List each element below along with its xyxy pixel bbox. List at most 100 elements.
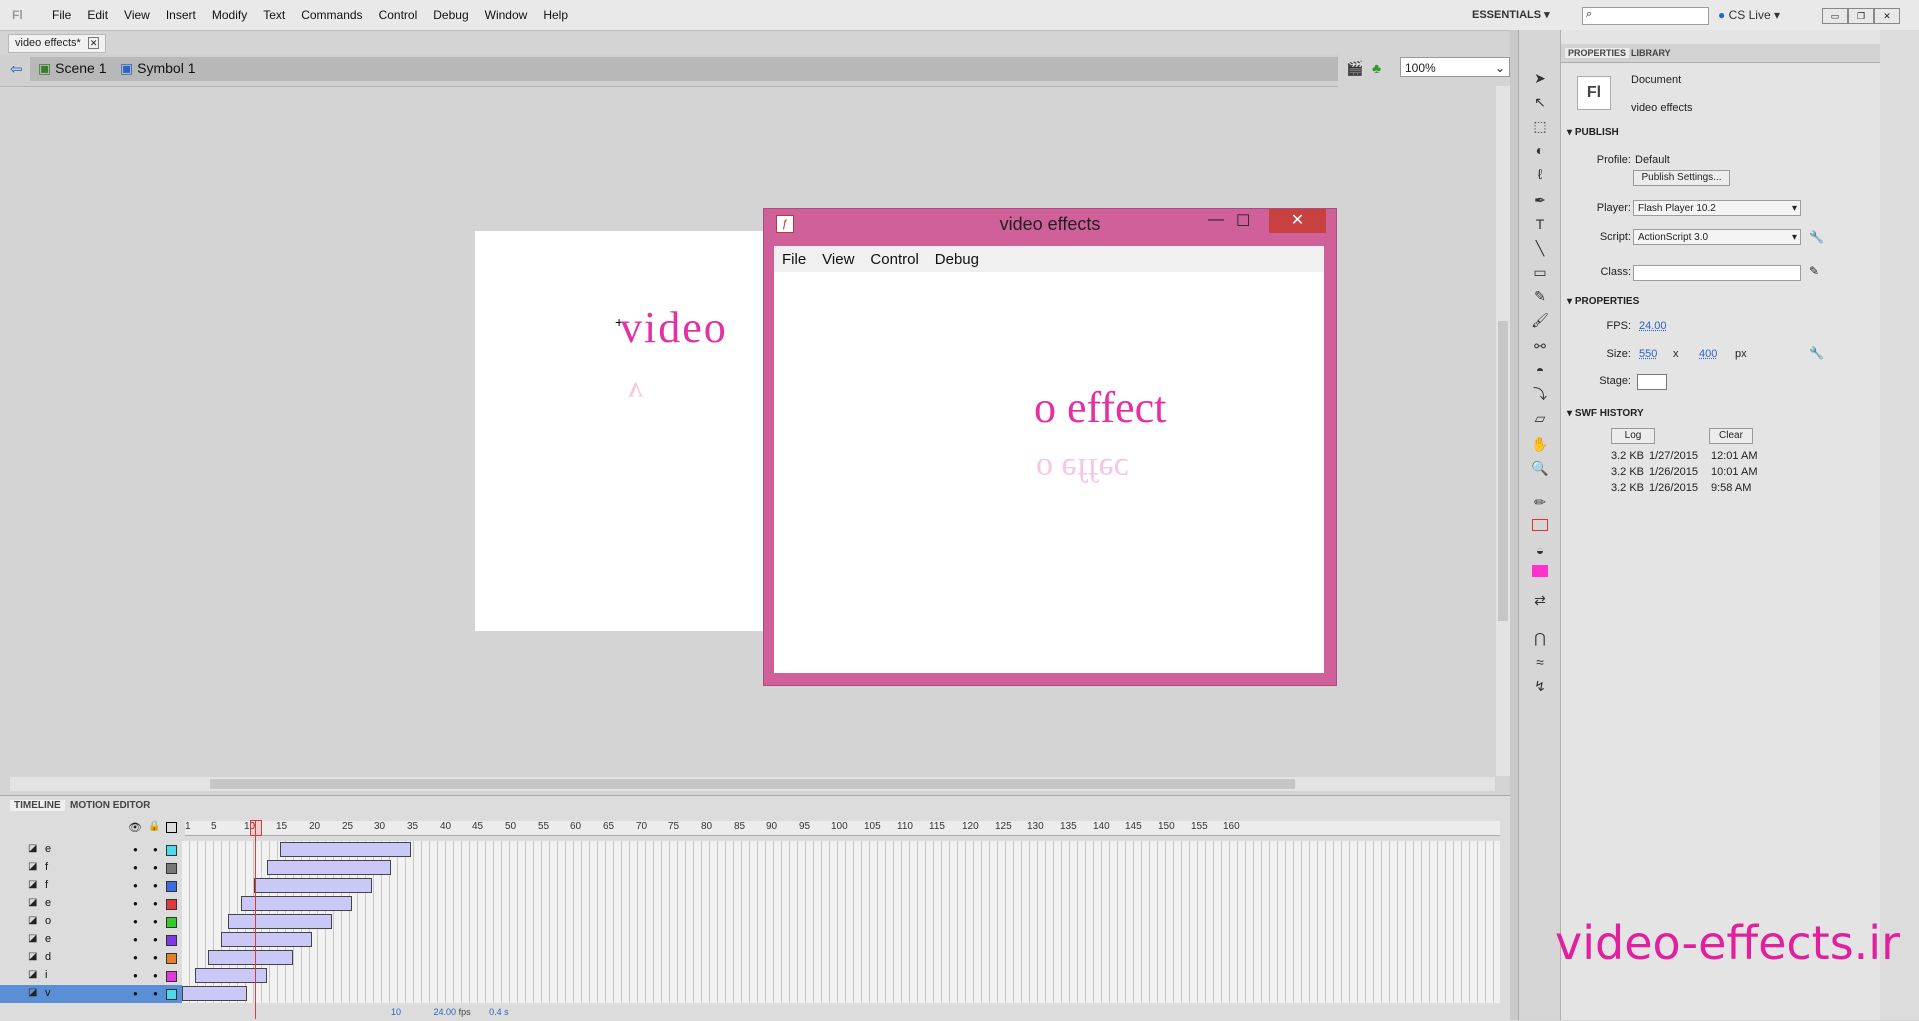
tab-library[interactable]: LIBRARY xyxy=(1631,48,1671,58)
layer-name[interactable]: i xyxy=(45,969,47,981)
menu-item-debug[interactable]: Debug xyxy=(425,0,476,30)
tween-span[interactable] xyxy=(280,842,411,857)
layer-name[interactable]: o xyxy=(45,915,51,927)
layer-name[interactable]: f xyxy=(45,879,48,891)
tween-span[interactable] xyxy=(221,932,312,947)
layer-color-swatch[interactable] xyxy=(166,863,177,874)
lasso-tool-icon[interactable]: ℓ xyxy=(1530,164,1550,184)
layer-color-swatch[interactable] xyxy=(166,899,177,910)
menu-item-control[interactable]: Control xyxy=(371,0,426,30)
layer-toggle-dot[interactable]: ● xyxy=(153,881,158,890)
line-tool-icon[interactable]: ╲ xyxy=(1530,238,1550,258)
tween-span[interactable] xyxy=(182,986,247,1001)
fill-color-icon[interactable]: ◒ xyxy=(1530,540,1550,560)
smooth-icon[interactable]: ≈ xyxy=(1530,652,1550,672)
close-tab-icon[interactable]: ✕ xyxy=(87,37,100,49)
workspace-switcher[interactable]: ESSENTIALS ▾ xyxy=(1472,8,1550,21)
stage-vertical-scrollbar[interactable] xyxy=(1496,86,1510,776)
layer-row[interactable]: ◪ v ● ● xyxy=(0,985,1500,1003)
player-menu-item-view[interactable]: View xyxy=(814,251,862,268)
tween-span[interactable] xyxy=(228,914,332,929)
tween-span[interactable] xyxy=(195,968,267,983)
log-button[interactable]: Log xyxy=(1611,428,1655,444)
document-tab[interactable]: video effects* ✕ xyxy=(8,34,107,53)
pen-tool-icon[interactable]: ✒ xyxy=(1530,190,1550,210)
3d-rotation-tool-icon[interactable]: ◐ xyxy=(1530,140,1550,160)
publish-section-header[interactable]: ▾ PUBLISH xyxy=(1567,127,1619,138)
fill-swatch-icon[interactable] xyxy=(1530,562,1550,582)
pencil-tool-icon[interactable]: ✎ xyxy=(1530,286,1550,306)
brush-tool-icon[interactable]: 🖌 xyxy=(1530,310,1550,330)
tab-timeline[interactable]: TIMELINE xyxy=(10,800,65,811)
frame-ruler[interactable]: 1 5 10 15 20 25 30 35 40 45 50 55 60 65 70 75 80 85 90 95 10… xyxy=(185,821,1500,836)
layer-frames[interactable] xyxy=(182,931,1500,949)
publish-settings-button[interactable]: Publish Settings... xyxy=(1633,170,1730,186)
menu-item-text[interactable]: Text xyxy=(255,0,293,30)
layer-toggle-dot[interactable]: ● xyxy=(133,953,138,962)
size-wrench-icon[interactable]: 🔧 xyxy=(1809,346,1824,360)
stroke-swatch-icon[interactable] xyxy=(1530,516,1550,536)
back-arrow-icon[interactable]: ⇦ xyxy=(10,60,23,78)
outline-icon[interactable] xyxy=(166,822,177,833)
layer-toggle-dot[interactable]: ● xyxy=(153,845,158,854)
layer-frames[interactable] xyxy=(182,985,1500,1003)
edit-class-pencil-icon[interactable]: ✎ xyxy=(1809,264,1819,278)
layer-toggle-dot[interactable]: ● xyxy=(153,989,158,998)
cs-live-button[interactable]: ● CS Live ▾ xyxy=(1718,8,1780,22)
player-minimize-button[interactable]: — xyxy=(1208,211,1224,229)
player-maximize-button[interactable]: ☐ xyxy=(1236,211,1250,231)
layer-name[interactable]: e xyxy=(45,933,51,945)
menu-item-insert[interactable]: Insert xyxy=(158,0,204,30)
layer-name[interactable]: e xyxy=(45,843,51,855)
vertical-scroll-thumb[interactable] xyxy=(1498,321,1508,621)
class-input[interactable] xyxy=(1633,265,1801,281)
layer-frames[interactable] xyxy=(182,967,1500,985)
lock-icon[interactable]: 🔒 xyxy=(148,821,160,832)
layer-color-swatch[interactable] xyxy=(166,845,177,856)
eye-icon[interactable]: 👁 xyxy=(128,821,142,834)
layer-color-swatch[interactable] xyxy=(166,917,177,928)
eraser-tool-icon[interactable]: ▱ xyxy=(1530,408,1550,428)
menu-item-commands[interactable]: Commands xyxy=(293,0,370,30)
menu-item-help[interactable]: Help xyxy=(535,0,576,30)
subselection-tool-icon[interactable]: ↖ xyxy=(1530,92,1550,112)
layer-color-swatch[interactable] xyxy=(166,971,177,982)
player-menu-item-control[interactable]: Control xyxy=(862,251,926,268)
restore-button[interactable]: ❐ xyxy=(1848,8,1874,24)
layer-name[interactable]: e xyxy=(45,897,51,909)
script-settings-wrench-icon[interactable]: 🔧 xyxy=(1809,230,1824,244)
layer-row[interactable]: ◪ o ● ● xyxy=(0,913,1500,931)
script-version-select[interactable]: ActionScript 3.0 ▾ xyxy=(1633,229,1801,245)
layer-name[interactable]: f xyxy=(45,861,48,873)
stroke-color-icon[interactable]: ✏ xyxy=(1530,492,1550,512)
player-menu-item-debug[interactable]: Debug xyxy=(927,251,987,268)
layer-row[interactable]: ◪ i ● ● xyxy=(0,967,1500,985)
bone-tool-icon[interactable]: ⚯ xyxy=(1530,336,1550,356)
hand-tool-icon[interactable]: ✋ xyxy=(1530,434,1550,454)
layer-color-swatch[interactable] xyxy=(166,989,177,1000)
zoom-tool-icon[interactable]: 🔍 xyxy=(1530,458,1550,478)
swf-history-section-header[interactable]: ▾ SWF HISTORY xyxy=(1567,408,1644,419)
horizontal-scroll-thumb[interactable] xyxy=(210,779,1295,789)
layer-toggle-dot[interactable]: ● xyxy=(153,971,158,980)
playhead-handle[interactable] xyxy=(250,820,262,836)
layer-row[interactable]: ◪ e ● ● xyxy=(0,931,1500,949)
layer-toggle-dot[interactable]: ● xyxy=(133,881,138,890)
layer-row[interactable]: ◪ f ● ● xyxy=(0,859,1500,877)
layer-frames[interactable] xyxy=(182,895,1500,913)
symbol-crumb[interactable]: ▣ Symbol 1 xyxy=(120,60,195,77)
playhead[interactable] xyxy=(255,821,256,1019)
tab-properties[interactable]: PROPERTIES xyxy=(1565,48,1630,58)
stage-horizontal-scrollbar[interactable] xyxy=(10,777,1495,791)
menu-item-window[interactable]: Window xyxy=(477,0,536,30)
layer-frames[interactable] xyxy=(182,913,1500,931)
properties-section-header[interactable]: ▾ PROPERTIES xyxy=(1567,296,1639,307)
edit-symbol-icon[interactable]: ♣ xyxy=(1372,60,1381,76)
zoom-select[interactable]: 100% ⌄ xyxy=(1400,57,1510,77)
menu-item-modify[interactable]: Modify xyxy=(204,0,255,30)
layer-frames[interactable] xyxy=(182,877,1500,895)
layer-frames[interactable] xyxy=(182,949,1500,967)
layer-name[interactable]: v xyxy=(45,987,51,999)
layer-row[interactable]: ◪ e ● ● xyxy=(0,895,1500,913)
menu-item-edit[interactable]: Edit xyxy=(79,0,116,30)
